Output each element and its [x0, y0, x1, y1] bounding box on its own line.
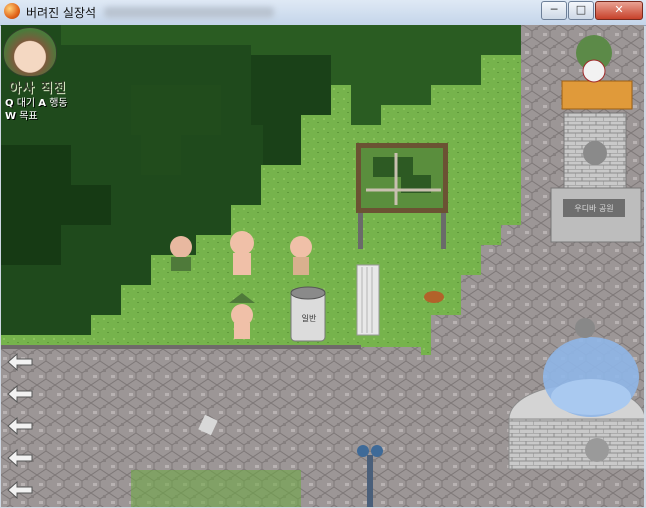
close-button[interactable]: ✕	[595, 1, 643, 20]
key-hints: Q 대기 A 행동 W 목표	[5, 97, 68, 123]
arrow-left-icon[interactable]	[7, 353, 33, 371]
fence	[356, 264, 380, 336]
blurred-title-extra	[104, 7, 274, 18]
arrow-left-icon[interactable]	[7, 385, 33, 403]
wait-label: 대기	[16, 98, 36, 109]
hunger-status: 아사 직전	[9, 81, 67, 96]
status-hud: 아사 직전 Q 대기 A 행동 W 목표	[3, 27, 99, 127]
minimize-button[interactable]: ─	[541, 1, 567, 20]
maximize-button[interactable]: □	[568, 1, 594, 20]
arrow-left-icon[interactable]	[7, 481, 33, 499]
trash-can-label: 일반	[301, 314, 317, 323]
game-viewport[interactable]: 아사 직전 Q 대기 A 행동 W 목표 일반 우디바 공원	[1, 25, 644, 507]
window-titlebar: 버려진 실장석 ─ □ ✕	[0, 0, 646, 26]
monument-plaque: 우디바 공원	[574, 204, 614, 213]
key-w: W	[5, 111, 17, 122]
arrow-left-icon[interactable]	[7, 449, 33, 467]
bread-item	[424, 291, 444, 303]
goal-label: 목표	[19, 111, 38, 122]
arrow-left-icon[interactable]	[7, 417, 33, 435]
key-q: Q	[5, 98, 14, 109]
window-title: 버려진 실장석	[26, 6, 97, 20]
key-a: A	[38, 98, 47, 109]
app-icon	[4, 3, 20, 19]
action-label: 행동	[49, 98, 68, 109]
character-portrait	[3, 27, 57, 77]
